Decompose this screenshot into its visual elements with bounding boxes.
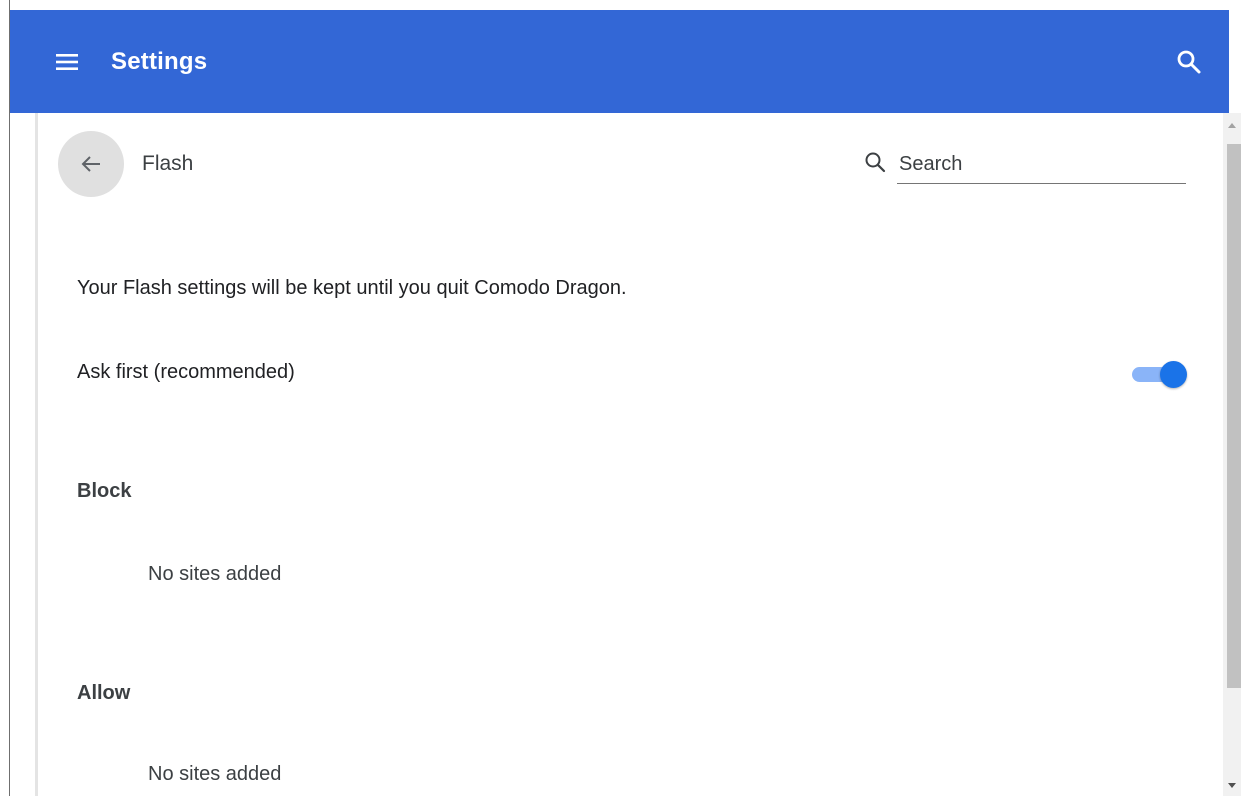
settings-window: Settings Flash Your Flash settings will …	[0, 0, 1241, 796]
page-title: Flash	[142, 152, 194, 175]
arrow-back-icon	[81, 156, 100, 172]
app-title: Settings	[111, 48, 208, 75]
scroll-down-arrow[interactable]	[1223, 777, 1241, 794]
allow-section-heading: Allow	[77, 682, 131, 704]
scrollbar-thumb[interactable]	[1227, 144, 1241, 688]
back-button[interactable]	[58, 131, 124, 197]
search-icon[interactable]	[1176, 49, 1202, 75]
vertical-scrollbar[interactable]	[1223, 113, 1241, 796]
flash-info-text: Your Flash settings will be kept until y…	[77, 277, 627, 299]
search-input[interactable]	[897, 146, 1186, 184]
allow-empty-text: No sites added	[148, 763, 282, 785]
search-field-icon	[864, 151, 888, 175]
window-left-edge	[0, 0, 10, 796]
ask-first-label: Ask first (recommended)	[77, 361, 295, 383]
block-empty-text: No sites added	[148, 563, 282, 585]
toggle-knob	[1160, 361, 1187, 388]
scroll-up-arrow[interactable]	[1223, 118, 1241, 135]
hamburger-menu-icon[interactable]	[55, 50, 79, 74]
flash-settings-page: Flash Your Flash settings will be kept u…	[10, 113, 1223, 796]
block-section-heading: Block	[77, 480, 132, 502]
app-header: Settings	[10, 10, 1229, 113]
content-left-rail	[35, 113, 38, 796]
ask-first-toggle[interactable]	[1128, 358, 1190, 390]
